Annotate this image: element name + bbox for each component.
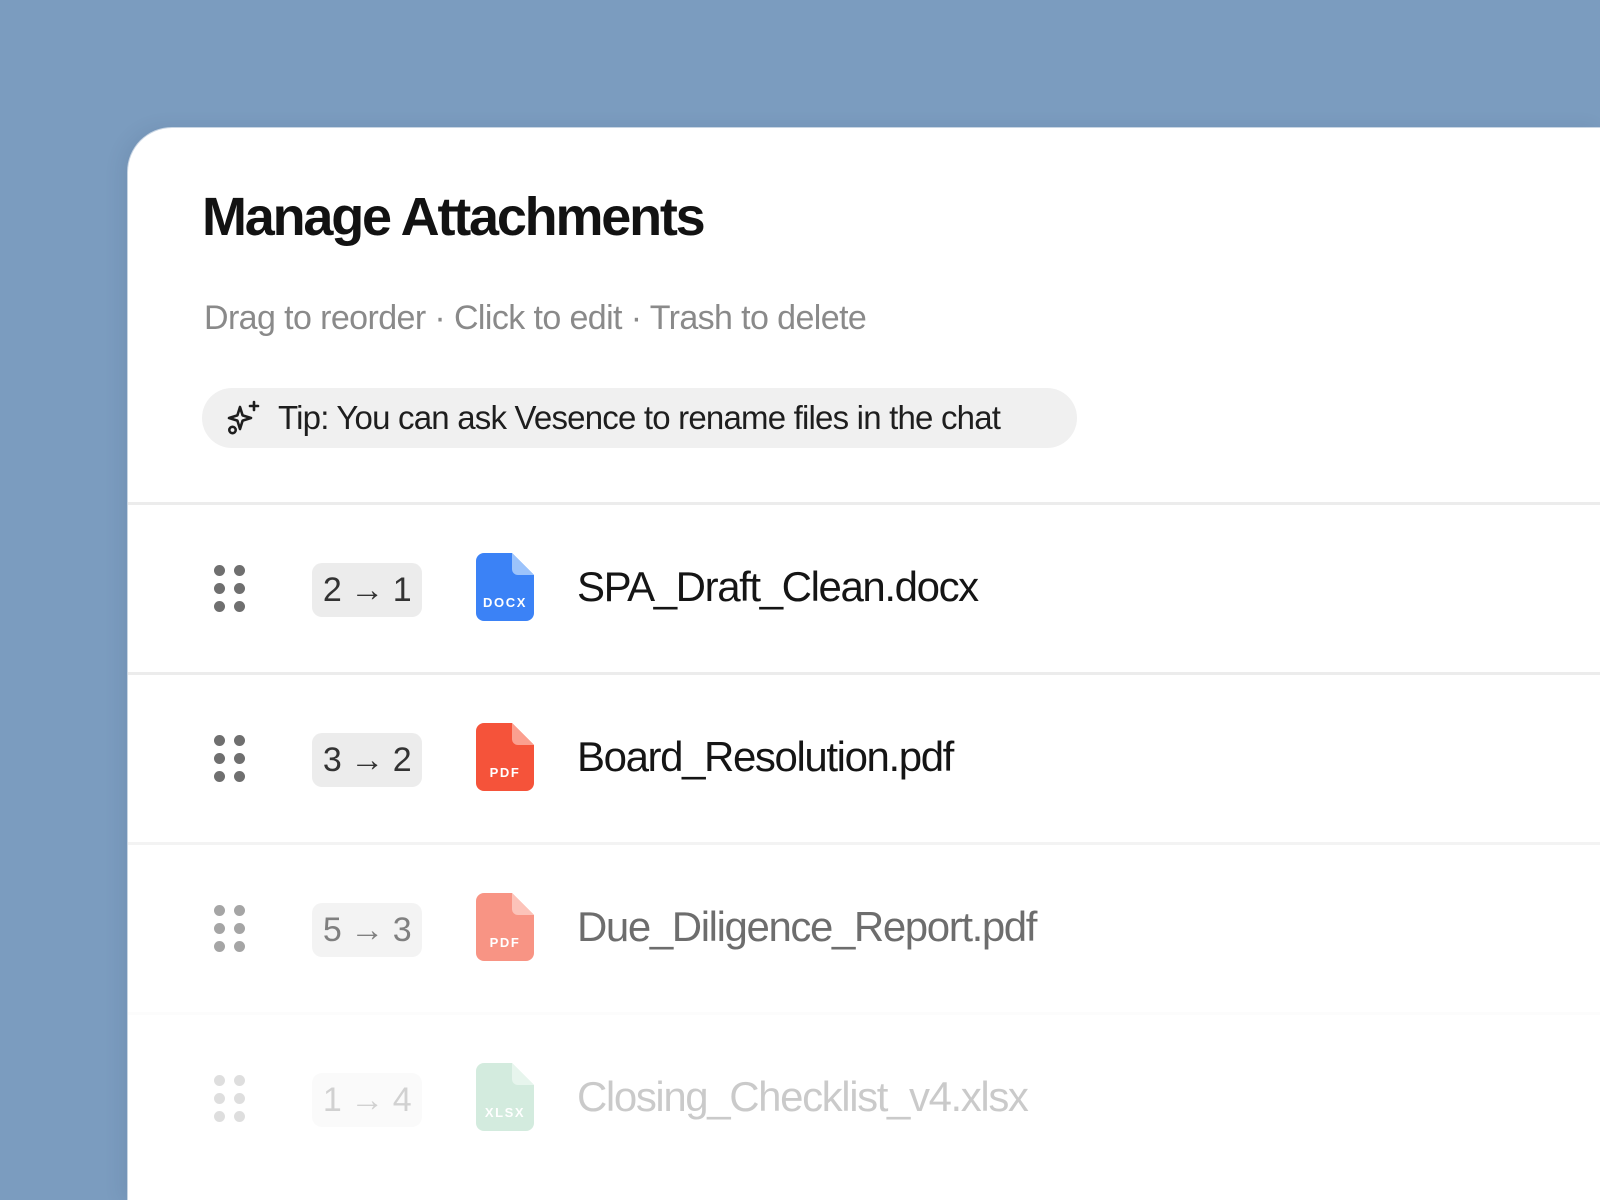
file-name[interactable]: Closing_Checklist_v4.xlsx	[577, 1073, 1029, 1121]
pdf-file-icon: PDF	[476, 723, 534, 791]
file-name[interactable]: Due_Diligence_Report.pdf	[577, 903, 1037, 951]
dialog-subtitle: Drag to reorder · Click to edit · Trash …	[204, 299, 867, 337]
file-type-label: PDF	[489, 935, 521, 950]
drag-handle-icon[interactable]	[214, 1075, 245, 1123]
attachment-row[interactable]: 3 → 2 PDF Board_Resolution.pdf	[128, 672, 1600, 842]
dialog-title: Manage Attachments	[202, 187, 706, 247]
attachment-row[interactable]: 5 → 3 PDF Due_Diligence_Report.pdf	[128, 842, 1600, 1012]
docx-file-icon: DOCX	[476, 553, 534, 621]
drag-handle-icon[interactable]	[214, 565, 245, 613]
xlsx-file-icon: XLSX	[476, 1063, 534, 1131]
attachment-row[interactable]: 1 → 4 XLSX Closing_Checklist_v4.xlsx	[128, 1012, 1600, 1182]
order-change-badge: 3 → 2	[312, 733, 422, 787]
tip-banner: Tip: You can ask Vesence to rename files…	[202, 388, 1077, 448]
file-name[interactable]: SPA_Draft_Clean.docx	[577, 563, 979, 611]
file-name[interactable]: Board_Resolution.pdf	[577, 733, 954, 781]
attachment-row[interactable]: 2 → 1 DOCX SPA_Draft_Clean.docx	[128, 502, 1600, 672]
file-type-label: PDF	[489, 765, 521, 780]
tip-text: Tip: You can ask Vesence to rename files…	[278, 399, 1001, 436]
order-change-badge: 2 → 1	[312, 563, 422, 617]
attachment-list: 2 → 1 DOCX SPA_Draft_Clean.docx 3 → 2 PD…	[128, 502, 1600, 1182]
order-change-badge: 5 → 3	[312, 903, 422, 957]
manage-attachments-dialog: Manage Attachments Drag to reorder · Cli…	[128, 128, 1600, 1200]
sparkles-icon	[224, 398, 264, 438]
order-change-badge: 1 → 4	[312, 1073, 422, 1127]
file-type-label: DOCX	[483, 595, 527, 610]
drag-handle-icon[interactable]	[214, 735, 245, 783]
drag-handle-icon[interactable]	[214, 905, 245, 953]
file-type-label: XLSX	[484, 1105, 526, 1120]
pdf-file-icon: PDF	[476, 893, 534, 961]
